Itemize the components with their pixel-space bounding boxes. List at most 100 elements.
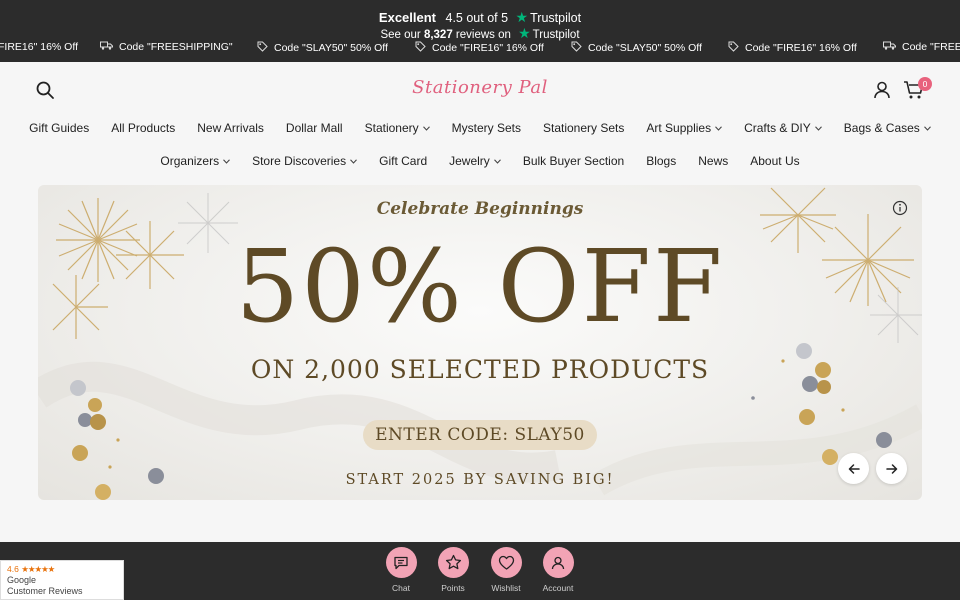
carousel-prev-button[interactable] [838, 453, 869, 484]
reviews-prefix: See our [380, 29, 421, 41]
trustpilot-star-icon: ★ [515, 9, 529, 25]
nav-item-stationery-sets[interactable]: Stationery Sets [543, 121, 624, 135]
google-reviews-badge[interactable]: 4.6 ★★★★★ Google Customer Reviews [0, 560, 124, 600]
ticker-item: FIRE16" 16% Off [0, 41, 78, 53]
site-logo[interactable]: Stationery Pal [0, 77, 960, 98]
ticker-item: Code "FIRE16" 16% Off [728, 41, 857, 55]
ticker-text: Code "SLAY50" 50% Off [274, 42, 388, 54]
nav-item-label: Jewelry [449, 154, 490, 168]
nav-item-label: New Arrivals [197, 121, 264, 135]
ticker-text: Code "SLAY50" 50% Off [588, 42, 702, 54]
ticker-text: Code "FREESHIPPING" [119, 41, 233, 53]
account-icon[interactable] [872, 80, 892, 100]
nav-item-label: Store Discoveries [252, 154, 347, 168]
ticker-text: Code "FREE [902, 41, 960, 53]
trustpilot-reviews-link[interactable]: See our 8,327 reviews on ★ Trustpilot [0, 25, 960, 42]
nav-item-stationery[interactable]: Stationery [365, 121, 430, 135]
info-icon[interactable] [892, 200, 908, 216]
nav-item-art-supplies[interactable]: Art Supplies [646, 121, 722, 135]
user-icon [542, 547, 574, 578]
ticker-item: Code "SLAY50" 50% Off [571, 41, 702, 55]
dock-points-button[interactable]: Points [428, 547, 478, 593]
promo-code-pill: ENTER CODE: SLAY50 [363, 420, 597, 450]
rating-stars-icon: ★★★★★ [21, 564, 55, 574]
nav-item-new-arrivals[interactable]: New Arrivals [197, 121, 264, 135]
ticker-item: Code "FREESHIPPING" [100, 41, 233, 53]
nav-item-dollar-mall[interactable]: Dollar Mall [286, 121, 343, 135]
nav-item-gift-guides[interactable]: Gift Guides [29, 121, 89, 135]
nav-item-store-discoveries[interactable]: Store Discoveries [252, 154, 358, 168]
nav-item-label: Crafts & DIY [744, 121, 811, 135]
nav-item-label: Gift Card [379, 154, 428, 168]
nav-item-label: Gift Guides [29, 121, 90, 135]
star-icon [437, 547, 469, 578]
nav-item-label: Bags & Cases [843, 121, 920, 135]
dock-chat-button[interactable]: Chat [376, 547, 426, 593]
reviews-suffix: reviews on [455, 29, 511, 41]
chevron-down-icon [350, 157, 358, 166]
nav-item-crafts-diy[interactable]: Crafts & DIY [744, 121, 822, 135]
main-nav-row-1: Gift Guides All Products New Arrivals Dolla… [0, 121, 960, 135]
google-score: 4.6 [7, 564, 19, 574]
nav-item-label: Art Supplies [646, 121, 712, 135]
trustpilot-brand: Trustpilot [530, 11, 582, 25]
nav-item-label: Organizers [160, 154, 220, 168]
nav-item-label: Stationery Sets [543, 121, 625, 135]
heart-icon [490, 547, 522, 578]
nav-item-bulk-buyer-section[interactable]: Bulk Buyer Section [523, 154, 624, 168]
nav-item-bags-cases[interactable]: Bags & Cases [844, 121, 931, 135]
truck-icon [883, 41, 896, 53]
banner-footer-text: START 2025 BY SAVING BIG! [345, 472, 615, 488]
main-nav-row-2: Organizers Store Discoveries Gift Card Jewe… [0, 154, 960, 168]
banner-subhead: ON 2,000 SELECTED PRODUCTS [250, 355, 710, 384]
trustpilot-rating[interactable]: Excellent 4.5 out of 5 ★ Trustpilot [0, 9, 960, 26]
chevron-down-icon [715, 124, 722, 133]
chat-icon [385, 547, 417, 578]
nav-item-mystery-sets[interactable]: Mystery Sets [452, 121, 521, 135]
nav-item-label: Bulk Buyer Section [522, 154, 625, 168]
nav-item-label: About Us [750, 154, 800, 168]
tag-icon [257, 41, 268, 55]
nav-item-blogs[interactable]: Blogs [646, 154, 676, 168]
nav-item-all-products[interactable]: All Products [111, 121, 175, 135]
trustpilot-rating-text: 4.5 out of 5 [445, 11, 509, 25]
tag-icon [728, 41, 739, 55]
ticker-text: Code "FIRE16" 16% Off [432, 42, 544, 54]
trustpilot-star-icon-2: ★ [518, 25, 531, 41]
hero-banner[interactable]: Celebrate Beginnings 50% OFF ON 2,000 SE… [38, 185, 922, 500]
nav-item-label: News [698, 154, 729, 168]
nav-item-news[interactable]: News [698, 154, 728, 168]
dock-label: Points [441, 583, 465, 593]
chevron-down-icon [923, 124, 931, 133]
dock-wishlist-button[interactable]: Wishlist [481, 547, 531, 593]
tag-icon [571, 41, 582, 55]
nav-item-label: Stationery [364, 121, 419, 135]
nav-item-organizers[interactable]: Organizers [160, 154, 230, 168]
nav-item-gift-card[interactable]: Gift Card [379, 154, 427, 168]
nav-item-label: Mystery Sets [451, 121, 521, 135]
nav-item-jewelry[interactable]: Jewelry [449, 154, 501, 168]
ticker-item: Code "FIRE16" 16% Off [415, 41, 544, 55]
dock-label: Chat [392, 583, 410, 593]
truck-icon [100, 41, 113, 53]
dock-account-button[interactable]: Account [533, 547, 583, 593]
nav-item-label: Blogs [646, 154, 677, 168]
trustpilot-rating-word: Excellent [378, 10, 437, 25]
trustpilot-brand-2: Trustpilot [532, 29, 580, 41]
ticker-item: Code "SLAY50" 50% Off [257, 41, 388, 55]
carousel-next-button[interactable] [876, 453, 907, 484]
site-header: Stationery Pal 0 Gift Guides All Products… [0, 62, 960, 182]
google-label: Google [7, 575, 37, 585]
top-announcement-bar: Excellent 4.5 out of 5 ★ Trustpilot See o… [0, 0, 960, 62]
ticker-item: Code "FREE [883, 41, 960, 53]
ticker-text: FIRE16" 16% Off [0, 41, 78, 53]
nav-item-label: All Products [111, 121, 176, 135]
arrow-right-icon [885, 463, 897, 474]
tag-icon [415, 41, 426, 55]
cart-count-badge: 0 [918, 77, 932, 91]
nav-item-about-us[interactable]: About Us [750, 154, 799, 168]
dock-label: Account [542, 583, 574, 593]
arrow-left-icon [848, 463, 860, 474]
google-reviews-label: Customer Reviews [7, 586, 83, 596]
google-rating: 4.6 ★★★★★ [7, 564, 123, 575]
